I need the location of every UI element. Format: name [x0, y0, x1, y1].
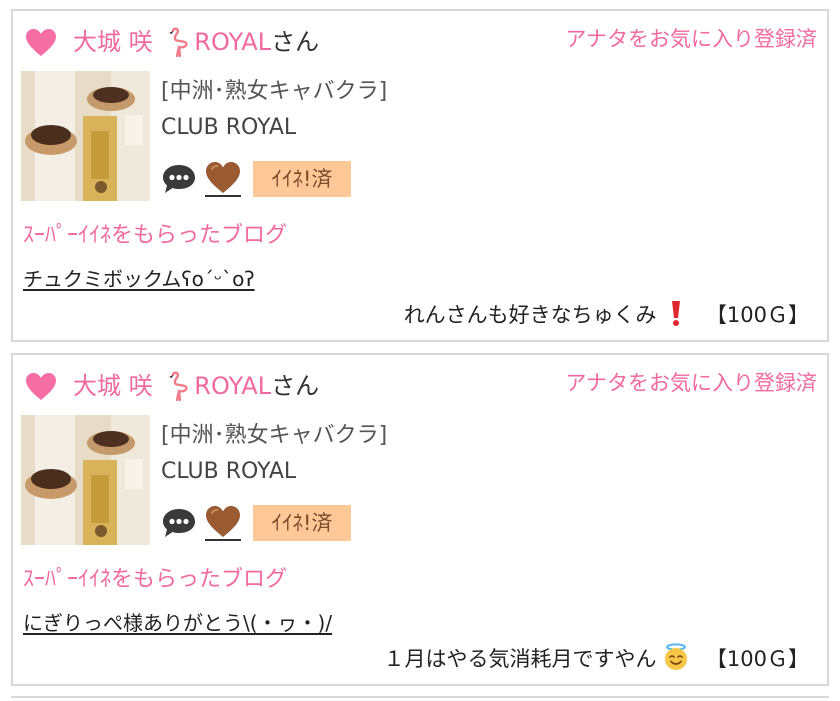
- cast-name-link[interactable]: 大城 咲 ROYALさん: [73, 371, 319, 401]
- chat-icon[interactable]: [161, 163, 197, 195]
- shop-name[interactable]: CLUB ROYAL: [161, 113, 296, 143]
- post-card: 大城 咲 ROYALさん アナタをお気に入り登録済 [中洲･熟女キャバクラ] C…: [11, 353, 829, 686]
- heart-icon: [26, 373, 56, 400]
- comment-text: れんさんも好きなちゅくみ: [403, 303, 657, 327]
- like-underline: [205, 539, 241, 541]
- iine-done-badge[interactable]: ｲｲﾈ!済: [253, 505, 351, 541]
- heart-icon: [26, 29, 56, 56]
- super-iine-feed: 大城 咲 ROYALさん アナタをお気に入り登録済 [中洲･熟女キャバクラ] C…: [0, 0, 840, 701]
- cast-tag[interactable]: ROYAL: [194, 372, 271, 400]
- blog-heading: ｽｰﾊﾟｰｲｲﾈをもらったブログ: [23, 567, 288, 592]
- like-underline: [205, 195, 241, 197]
- favorite-status: アナタをお気に入り登録済: [565, 371, 817, 395]
- cast-thumbnail[interactable]: [21, 415, 150, 545]
- thumbnail-image: [21, 71, 150, 201]
- post-header: 大城 咲 ROYALさん アナタをお気に入り登録済: [25, 369, 817, 403]
- brown-heart-icon[interactable]: [205, 505, 241, 539]
- post-header: 大城 咲 ROYALさん アナタをお気に入り登録済: [25, 25, 817, 59]
- cast-name-link[interactable]: 大城 咲 ROYALさん: [73, 27, 319, 57]
- cast-name[interactable]: 大城 咲: [73, 28, 153, 56]
- brown-heart-icon[interactable]: [205, 161, 241, 195]
- angel-face-icon: [665, 643, 688, 670]
- cast-tag[interactable]: ROYAL: [194, 28, 271, 56]
- blog-title-link[interactable]: にぎりっぺ様ありがとう\(・ヮ・)/: [23, 609, 332, 637]
- name-suffix: さん: [271, 372, 320, 400]
- thumbnail-image: [21, 415, 150, 545]
- points-value: 【100Ｇ】: [705, 647, 809, 671]
- shop-area: [中洲･熟女キャバクラ]: [161, 423, 388, 448]
- blog-comment: れんさんも好きなちゅくみ 【100Ｇ】: [404, 299, 809, 331]
- iine-done-badge[interactable]: ｲｲﾈ!済: [253, 161, 351, 197]
- cast-thumbnail[interactable]: [21, 71, 150, 201]
- shop-area: [中洲･熟女キャバクラ]: [161, 79, 388, 104]
- exclamation-icon: [672, 301, 681, 326]
- blog-heading: ｽｰﾊﾟｰｲｲﾈをもらったブログ: [23, 223, 288, 248]
- flamingo-icon: [169, 371, 188, 401]
- post-card: 大城 咲 ROYALさん アナタをお気に入り登録済 [中洲･熟女キャバクラ] C…: [11, 9, 829, 342]
- chat-icon[interactable]: [161, 507, 197, 539]
- points-value: 【100Ｇ】: [705, 303, 809, 327]
- blog-title-link[interactable]: チュクミボックムʕo´ᵕ`oʔ: [23, 265, 255, 293]
- name-suffix: さん: [271, 28, 320, 56]
- blog-comment: １月はやる気消耗月ですやん 【100Ｇ】: [384, 643, 809, 675]
- next-card-edge: [11, 696, 829, 701]
- comment-text: １月はやる気消耗月ですやん: [383, 647, 657, 671]
- favorite-status: アナタをお気に入り登録済: [565, 27, 817, 51]
- shop-name[interactable]: CLUB ROYAL: [161, 457, 296, 487]
- cast-name[interactable]: 大城 咲: [73, 372, 153, 400]
- flamingo-icon: [169, 27, 188, 57]
